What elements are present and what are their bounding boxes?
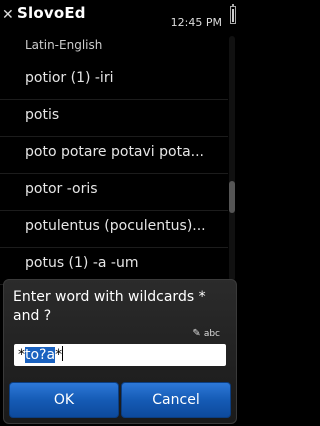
close-icon[interactable]: ✕: [2, 6, 16, 24]
text-caret: [62, 346, 64, 361]
ok-button[interactable]: OK: [9, 382, 119, 418]
list-item[interactable]: potor -oris: [0, 173, 228, 211]
dialog-prompt: Enter word with wildcards * and ?: [13, 289, 206, 324]
input-mode-label: abc: [203, 329, 220, 339]
dictionary-name: Latin-English: [25, 38, 103, 52]
list-item-label: potior (1) -iri: [25, 70, 114, 86]
cancel-button[interactable]: Cancel: [121, 382, 231, 418]
scrollbar[interactable]: [229, 36, 235, 281]
wildcard-input[interactable]: *to?a*: [14, 344, 226, 366]
pen-icon: ✎: [192, 328, 201, 339]
battery-icon: [230, 4, 236, 24]
list-item-label: potis: [25, 107, 60, 123]
scroll-thumb[interactable]: [229, 181, 235, 213]
status-bar: ✕ SlovoEd 12:45 PM: [0, 0, 240, 34]
list-item-label: potor -oris: [25, 181, 98, 197]
list-item-label: potulentus (poculentus)...: [25, 218, 206, 234]
list-item-label: poto potare potavi pota...: [25, 144, 205, 160]
list-item[interactable]: potis: [0, 99, 228, 137]
clock: 12:45 PM: [170, 16, 222, 29]
wildcard-dialog: Enter word with wildcards * and ? ✎ abc *…: [3, 279, 237, 424]
list-item[interactable]: potior (1) -iri: [0, 62, 228, 100]
input-suffix: *: [55, 347, 63, 363]
input-mode-indicator: ✎ abc: [192, 328, 220, 339]
list-item-label: potus (1) -a -um: [25, 255, 139, 271]
input-selection: to?a: [25, 347, 56, 363]
list-item[interactable]: potulentus (poculentus)...: [0, 210, 228, 248]
app-title: SlovoEd: [17, 4, 86, 22]
list-item[interactable]: poto potare potavi pota...: [0, 136, 228, 174]
input-prefix: *: [18, 347, 25, 363]
